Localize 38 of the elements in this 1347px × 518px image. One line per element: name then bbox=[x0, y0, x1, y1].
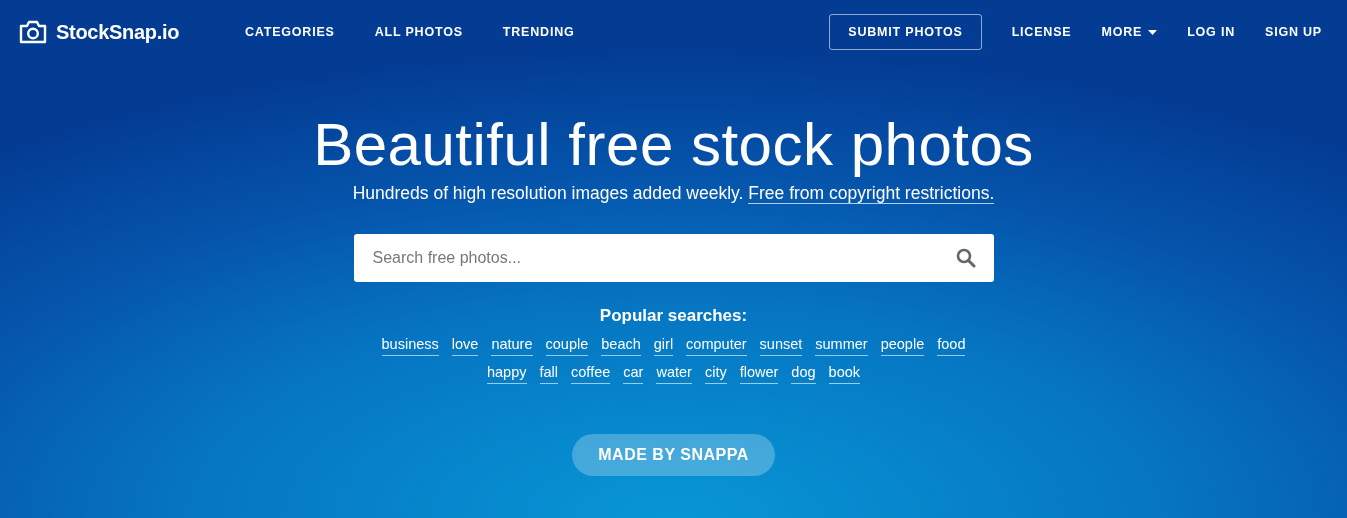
tag-link[interactable]: city bbox=[704, 364, 727, 384]
tag-link[interactable]: water bbox=[656, 364, 692, 384]
hero-subtitle: Hundreds of high resolution images added weekly. Free from copyright restrictions. bbox=[352, 183, 995, 204]
tag-link[interactable]: people bbox=[880, 336, 925, 356]
nav-link[interactable]: CATEGORIES bbox=[245, 25, 335, 39]
tag-link[interactable]: couple bbox=[545, 336, 589, 356]
tag-link[interactable]: sunset bbox=[759, 336, 803, 356]
tag-link[interactable]: book bbox=[828, 364, 860, 384]
license-link[interactable]: Free from copyright restrictions. bbox=[748, 183, 995, 204]
nav-link[interactable]: TRENDING bbox=[502, 25, 575, 39]
hero-title: Beautiful free stock photos bbox=[313, 110, 1034, 180]
search-icon bbox=[955, 248, 976, 268]
tag-link[interactable]: happy bbox=[487, 364, 527, 384]
tag-link[interactable]: love bbox=[451, 336, 479, 356]
tag-link[interactable]: fall bbox=[539, 364, 559, 384]
tag-link[interactable]: girl bbox=[653, 336, 674, 356]
search-field[interactable]: Search free photos... bbox=[353, 234, 994, 282]
tag-link[interactable]: flower bbox=[739, 364, 779, 384]
nav-link[interactable]: LOG IN bbox=[1187, 25, 1235, 39]
tag-link[interactable]: computer bbox=[686, 336, 747, 356]
submit-button[interactable]: SUBMIT PHOTOS bbox=[829, 14, 982, 50]
site-logo[interactable]: StockSnap.io bbox=[56, 20, 180, 44]
nav-link[interactable]: LICENSE bbox=[1011, 25, 1072, 39]
tag-link[interactable]: car bbox=[623, 364, 644, 384]
nav-dropdown[interactable]: MORE bbox=[1101, 25, 1158, 39]
tag-link[interactable]: coffee bbox=[571, 364, 611, 384]
tag-link[interactable]: nature bbox=[491, 336, 533, 356]
tag-link[interactable]: summer bbox=[815, 336, 868, 356]
caret-icon bbox=[1148, 29, 1158, 35]
snappa-button[interactable]: MADE BY SNAPPA bbox=[572, 434, 775, 476]
tag-link[interactable]: dog bbox=[791, 364, 816, 384]
nav-link[interactable]: SIGN UP bbox=[1265, 25, 1322, 39]
nav-link[interactable]: ALL PHOTOS bbox=[374, 25, 463, 39]
tag-link[interactable]: beach bbox=[601, 336, 641, 356]
tag-link[interactable]: food bbox=[937, 336, 966, 356]
tag-link[interactable]: business bbox=[381, 336, 439, 356]
camera-icon bbox=[18, 20, 48, 44]
popular-title: Popular searches: bbox=[599, 306, 748, 326]
